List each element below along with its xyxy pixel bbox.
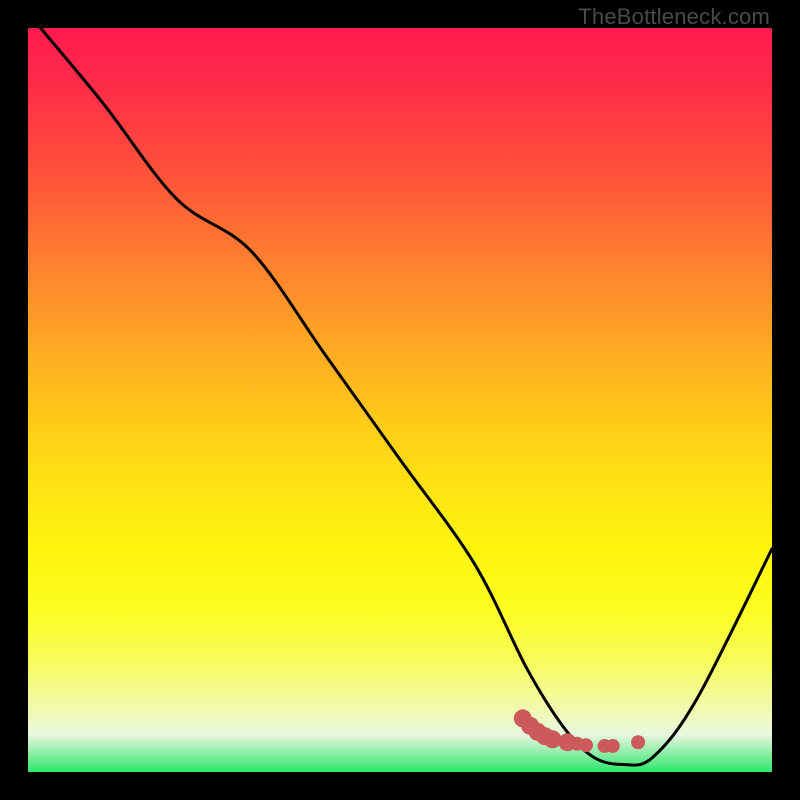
highlight-dot — [606, 739, 620, 753]
chart-svg — [28, 28, 772, 772]
main-curve-path — [28, 28, 772, 765]
highlight-dot — [631, 735, 645, 749]
highlight-dot — [579, 738, 593, 752]
highlight-dots-group — [514, 709, 645, 753]
chart-plot-area — [28, 28, 772, 772]
watermark: TheBottleneck.com — [578, 4, 770, 30]
highlight-dot — [544, 730, 562, 748]
